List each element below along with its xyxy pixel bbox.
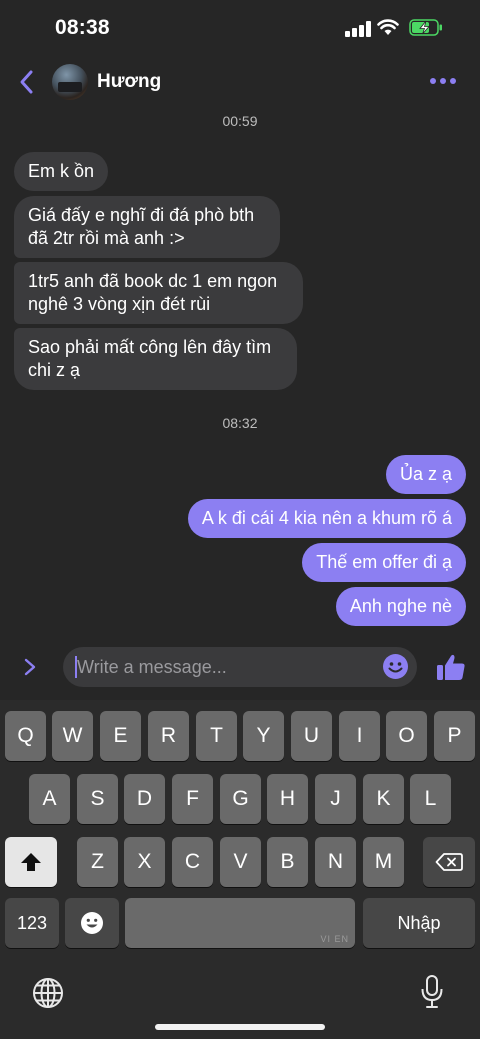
return-key[interactable]: Nhập [363,898,475,948]
message-line: Em k ồn [28,161,95,181]
key-o[interactable]: O [386,711,427,761]
incoming-message[interactable]: Giá đấy e nghĩ đi đá phò bth đã 2tr rồi … [14,196,280,258]
message-placeholder: Write a message... [77,657,227,677]
delete-key[interactable] [423,837,475,887]
outgoing-message[interactable]: Thế em offer đi ạ [302,543,466,582]
key-q[interactable]: Q [5,711,46,761]
outgoing-message[interactable]: Ủa z ạ [385,455,466,494]
shift-key[interactable] [5,837,57,887]
return-key-label: Nhập [397,912,441,933]
delete-icon [435,853,463,871]
incoming-message[interactable]: Em k ồn [14,152,109,191]
message-line: Sao phải mất công lên đây tìm [28,337,272,357]
battery-charging-icon [409,19,442,36]
key-k[interactable]: K [363,774,404,824]
outgoing-message[interactable]: Anh nghe nè [335,587,466,626]
composer-bar: Write a message... [0,645,480,689]
key-z[interactable]: Z [77,837,118,887]
key-g[interactable]: G [220,774,261,824]
key-n[interactable]: N [315,837,356,887]
numbers-key[interactable]: 123 [5,898,59,948]
emoji-keyboard-icon [81,912,103,934]
outgoing-message[interactable]: A k đi cái 4 kia nên a khum rõ á [187,499,466,538]
wifi-icon [377,19,399,35]
status-bar: 08:38 [0,0,480,56]
microphone-icon[interactable] [420,974,444,1010]
more-icon[interactable] [430,78,456,86]
key-r[interactable]: R [148,711,189,761]
message-line: chi z ạ [28,360,81,380]
key-e[interactable]: E [100,711,141,761]
key-p[interactable]: P [434,711,475,761]
incoming-message[interactable]: Sao phải mất công lên đây tìm chi z ạ [14,328,297,390]
language-hint: VI EN [320,934,349,944]
message-input[interactable]: Write a message... [63,647,417,687]
key-a[interactable]: A [29,774,70,824]
expand-icon[interactable] [22,657,38,677]
emoji-icon[interactable] [382,653,409,680]
globe-icon[interactable] [31,976,65,1010]
message-line: nghê 3 vòng xịn đét rùi [28,294,211,314]
back-icon[interactable] [16,69,38,95]
key-j[interactable]: J [315,774,356,824]
key-h[interactable]: H [267,774,308,824]
message-line: đã 2tr rồi mà anh :> [28,228,185,248]
timestamp: 08:32 [222,415,258,431]
key-s[interactable]: S [77,774,118,824]
key-t[interactable]: T [196,711,237,761]
key-w[interactable]: W [52,711,93,761]
key-v[interactable]: V [220,837,261,887]
key-l[interactable]: L [410,774,451,824]
contact-name[interactable]: Hương [97,71,161,93]
home-indicator[interactable] [155,1024,325,1030]
cellular-signal-icon [345,21,371,37]
shift-icon [21,853,41,871]
avatar[interactable] [52,64,88,100]
key-i[interactable]: I [339,711,380,761]
key-x[interactable]: X [124,837,165,887]
key-f[interactable]: F [172,774,213,824]
key-y[interactable]: Y [243,711,284,761]
key-b[interactable]: B [267,837,308,887]
chat-header: Hương [0,60,480,106]
keyboard: Q W E R T Y U I O P A S D F G H J K L Z … [0,700,480,1039]
timestamp: 00:59 [222,113,258,129]
key-d[interactable]: D [124,774,165,824]
key-m[interactable]: M [363,837,404,887]
space-key[interactable]: VI EN [125,898,355,948]
thumbs-up-icon[interactable] [436,652,466,682]
key-u[interactable]: U [291,711,332,761]
key-c[interactable]: C [172,837,213,887]
numbers-key-label: 123 [16,912,48,933]
message-line: Giá đấy e nghĩ đi đá phò bth [28,205,255,225]
incoming-message[interactable]: 1tr5 anh đã book dc 1 em ngon nghê 3 vòn… [14,262,303,324]
emoji-keyboard-key[interactable] [65,898,119,948]
status-time: 08:38 [55,16,110,39]
message-line: 1tr5 anh đã book dc 1 em ngon [28,271,278,291]
